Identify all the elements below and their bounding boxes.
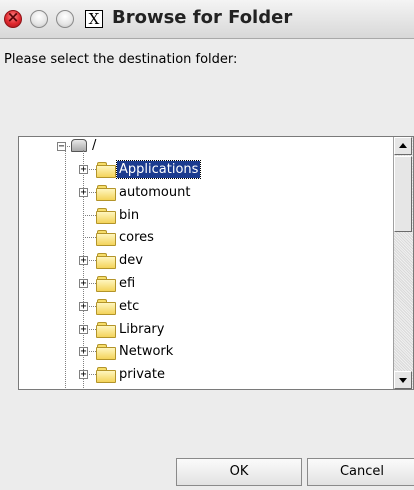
tree-item-label[interactable]: private [117,366,167,383]
folder-icon [96,276,116,292]
folder-icon [96,207,116,224]
window-title: Browse for Folder [112,7,293,28]
arrow-up-icon [399,143,407,148]
folder-icon [96,321,116,338]
arrow-down-icon [399,378,407,383]
folder-icon [96,184,116,201]
tree-connector [83,214,96,216]
tree-item-label[interactable]: Applications [115,160,202,179]
folder-icon [96,253,116,270]
tree-item-bin[interactable]: bin [19,206,389,229]
tree-item-root-label[interactable]: / [90,137,98,154]
tree-item-applications[interactable]: + Applications [19,160,389,183]
tree-item-label[interactable]: bin [117,207,141,224]
tree-item-etc[interactable]: + etc [19,297,389,320]
tree-item-label[interactable]: Network [117,343,175,360]
folder-tree[interactable]: − / + Applications + automount bin cores + dev +… [18,136,414,390]
tree-item-cores[interactable]: cores [19,228,389,251]
tree-item-network[interactable]: + Network [19,342,389,365]
tree-item-label[interactable]: sbin [117,389,148,390]
expand-toggle-private[interactable]: + [79,370,88,380]
expand-toggle-automount[interactable]: + [79,187,88,197]
tree-item-label[interactable]: dev [117,252,145,269]
tree-item-label[interactable]: etc [117,298,141,315]
expand-toggle-applications[interactable]: + [79,165,88,175]
expand-toggle-etc[interactable]: + [79,301,88,311]
folder-icon [96,230,116,247]
expand-toggle-network[interactable]: + [79,347,88,357]
tree-item-label[interactable]: efi [117,275,137,292]
scroll-up-button[interactable] [394,137,412,155]
collapse-toggle-root[interactable]: − [57,142,66,152]
cancel-button[interactable]: Cancel [307,458,414,486]
vertical-scrollbar[interactable] [393,137,413,389]
folder-icon [96,162,116,178]
expand-toggle-dev[interactable]: + [79,256,88,266]
tree-item-automount[interactable]: + automount [19,183,389,206]
tree-connector [83,237,96,239]
expand-toggle-efi[interactable]: + [79,279,88,289]
tree-item-private[interactable]: + private [19,365,389,388]
folder-icon [96,298,116,315]
disk-icon [70,138,90,154]
scroll-down-button[interactable] [394,371,412,389]
tree-item-library[interactable]: + Library [19,320,389,343]
folder-icon [96,367,116,384]
tree-item-label[interactable]: Library [117,321,166,338]
prompt-text: Please select the destination folder: [4,52,238,67]
scroll-thumb[interactable] [394,156,412,232]
title-bar: X Browse for Folder [0,0,414,39]
tree-item-label[interactable]: cores [117,229,156,246]
close-window-button[interactable] [4,8,22,28]
expand-toggle-library[interactable]: + [79,324,88,334]
minimize-window-button[interactable] [30,10,48,28]
tree-item-label[interactable]: automount [117,184,192,201]
zoom-window-button[interactable] [56,10,74,28]
tree-item-efi[interactable]: + efi [19,274,389,297]
x11-app-icon: X [85,10,103,28]
tree-item-dev[interactable]: + dev [19,251,389,274]
ok-button[interactable]: OK [176,458,302,486]
tree-item-sbin[interactable]: sbin [19,388,389,390]
folder-icon [96,344,116,361]
